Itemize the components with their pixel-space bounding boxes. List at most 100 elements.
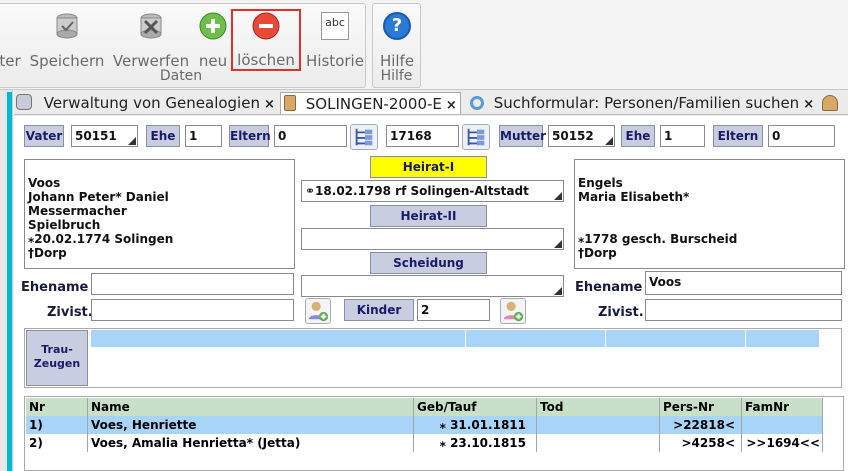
- family-form: Vater 50151 Ehe 1 Eltern 0 17168 Mutter …: [14, 116, 848, 471]
- scheidung-button[interactable]: Scheidung: [370, 252, 487, 274]
- mutter-eltern-button[interactable]: Eltern: [713, 125, 763, 147]
- husband-zivist-field[interactable]: [91, 299, 294, 321]
- cell-pers: >4258<: [660, 434, 742, 452]
- family-tree-icon-2[interactable]: [462, 124, 490, 150]
- new-button[interactable]: neu: [195, 12, 231, 70]
- wife-line: [578, 204, 841, 218]
- delete-label: löschen: [237, 51, 295, 69]
- tab-verwaltung[interactable]: Verwaltung von Genealogien ×: [16, 92, 275, 114]
- children-table: Nr Name Geb/Tauf Tod Pers-Nr FamNr 1) Vo…: [24, 396, 844, 471]
- col-header-fam[interactable]: FamNr: [742, 398, 823, 416]
- husband-ehename-label: Ehename: [21, 280, 89, 295]
- save-button[interactable]: Speichern: [27, 12, 107, 70]
- col-header-nr[interactable]: Nr: [26, 398, 88, 416]
- col-header-geb[interactable]: Geb/Tauf: [414, 398, 537, 416]
- husband-line: ⁎20.02.1774 Solingen: [28, 232, 174, 246]
- tab-solingen-label: SOLINGEN-2000-E: [305, 95, 442, 113]
- tab-bar: Verwaltung von Genealogien × SOLINGEN-200…: [14, 90, 848, 115]
- mutter-ehe-field[interactable]: 1: [660, 125, 705, 147]
- husband-line: Voos: [28, 176, 61, 190]
- wife-ehename-field[interactable]: Voos: [645, 271, 842, 295]
- people-icon[interactable]: [822, 95, 838, 111]
- table-row[interactable]: 2) Voes, Amalia Henrietta* (Jetta) ⁎ 23.…: [26, 434, 823, 452]
- wife-ehename-label: Ehename: [575, 280, 643, 295]
- save-icon: [56, 13, 78, 39]
- vater-id-field[interactable]: 50151: [71, 125, 138, 147]
- wife-details[interactable]: Engels Maria Elisabeth* ⁎1778 gesch. Bur…: [574, 159, 845, 269]
- trauzeugen-button[interactable]: Trau- Zeugen: [26, 330, 88, 386]
- vater-ehe-field[interactable]: 1: [185, 125, 222, 147]
- close-icon[interactable]: ×: [446, 98, 457, 113]
- history-icon-text: abc: [325, 16, 345, 29]
- husband-line: Spielbruch: [28, 218, 101, 232]
- person-icon: [284, 95, 296, 111]
- cell-tod: [537, 434, 660, 452]
- wife-zivist-label: Zivist.: [598, 305, 644, 320]
- scheidung-field[interactable]: [301, 275, 564, 297]
- heirat2-button[interactable]: Heirat-II: [370, 205, 487, 227]
- family-id-field[interactable]: 17168: [386, 125, 459, 147]
- search-icon: [470, 96, 484, 110]
- cell-fam: [742, 416, 823, 434]
- ribbon-truncated-button[interactable]: ter: [0, 12, 23, 70]
- ribbon-group-daten: ter Speichern Verwerfen neu löschen abc …: [0, 3, 366, 88]
- trauzeugen-col-divider: [465, 330, 466, 347]
- discard-button[interactable]: Verwerfen: [111, 12, 191, 70]
- husband-line: Johann Peter* Daniel: [28, 190, 169, 204]
- col-header-tod[interactable]: Tod: [537, 398, 660, 416]
- family-tree-icon[interactable]: [350, 124, 378, 150]
- help-icon-text: ?: [391, 15, 403, 36]
- husband-ehename-field[interactable]: [91, 273, 294, 295]
- husband-details[interactable]: Voos Johann Peter* Daniel Messermacher S…: [24, 159, 295, 269]
- cell-nr: 1): [26, 416, 88, 434]
- group-title-daten: Daten: [159, 68, 203, 84]
- heirat1-button[interactable]: Heirat-I: [370, 156, 487, 178]
- add-child-icon[interactable]: [500, 298, 526, 324]
- husband-line: Messermacher: [28, 204, 127, 218]
- col-header-name[interactable]: Name: [88, 398, 414, 416]
- cell-nr: 2): [26, 434, 88, 452]
- vater-eltern-button[interactable]: Eltern: [229, 125, 271, 147]
- mutter-eltern-field[interactable]: 0: [768, 125, 835, 147]
- husband-zivist-label: Zivist.: [47, 305, 93, 320]
- close-icon[interactable]: ×: [803, 97, 814, 112]
- wife-line: ⁎1778 gesch. Burscheid: [578, 232, 738, 246]
- cell-name: Voes, Henriette: [88, 416, 414, 434]
- database-icon: [16, 94, 32, 110]
- add-icon: [199, 12, 227, 40]
- tab-suchformular-label: Suchformular: Personen/Familien suchen: [493, 94, 800, 112]
- vater-eltern-field[interactable]: 0: [274, 125, 347, 147]
- ribbon: ter Speichern Verwerfen neu löschen abc …: [0, 0, 848, 90]
- tab-suchformular[interactable]: Suchformular: Personen/Familien suchen ×: [470, 92, 814, 114]
- vater-ehe-button[interactable]: Ehe: [146, 125, 180, 147]
- wife-line: †Dorp: [578, 246, 617, 260]
- cell-geb: ⁎ 23.10.1815: [414, 434, 537, 452]
- wife-line: [578, 218, 841, 232]
- mutter-button[interactable]: Mutter: [499, 125, 546, 147]
- history-button[interactable]: abc Historie: [305, 12, 365, 70]
- add-person-icon[interactable]: [305, 298, 331, 324]
- trauzeugen-col-divider: [605, 330, 606, 347]
- discard-icon: [140, 13, 162, 39]
- mutter-id-field[interactable]: 50152: [548, 125, 615, 147]
- kinder-field[interactable]: 2: [417, 299, 490, 321]
- close-icon[interactable]: ×: [264, 97, 275, 112]
- mutter-ehe-button[interactable]: Ehe: [621, 125, 655, 147]
- help-icon: ?: [383, 12, 411, 40]
- vater-button[interactable]: Vater: [24, 125, 64, 147]
- kinder-button[interactable]: Kinder: [344, 299, 414, 321]
- heirat1-field[interactable]: ⚭18.02.1798 rf Solingen-Altstadt: [301, 180, 564, 202]
- cell-tod: [537, 416, 660, 434]
- col-header-pers[interactable]: Pers-Nr: [660, 398, 742, 416]
- heirat2-field[interactable]: [301, 228, 564, 250]
- wife-zivist-field[interactable]: [645, 299, 842, 321]
- cell-geb: ⁎ 31.01.1811: [414, 416, 537, 434]
- wife-line: Engels: [578, 176, 623, 190]
- tab-solingen[interactable]: SOLINGEN-2000-E ×: [280, 92, 461, 114]
- table-row[interactable]: 1) Voes, Henriette ⁎ 31.01.1811 >22818<: [26, 416, 823, 434]
- delete-button[interactable]: löschen: [231, 9, 301, 71]
- tab-verwaltung-label: Verwaltung von Genealogien: [43, 94, 260, 112]
- add-person-graphic: [308, 301, 329, 322]
- delete-icon: [252, 12, 280, 40]
- help-button[interactable]: ? Hilfe: [375, 12, 419, 70]
